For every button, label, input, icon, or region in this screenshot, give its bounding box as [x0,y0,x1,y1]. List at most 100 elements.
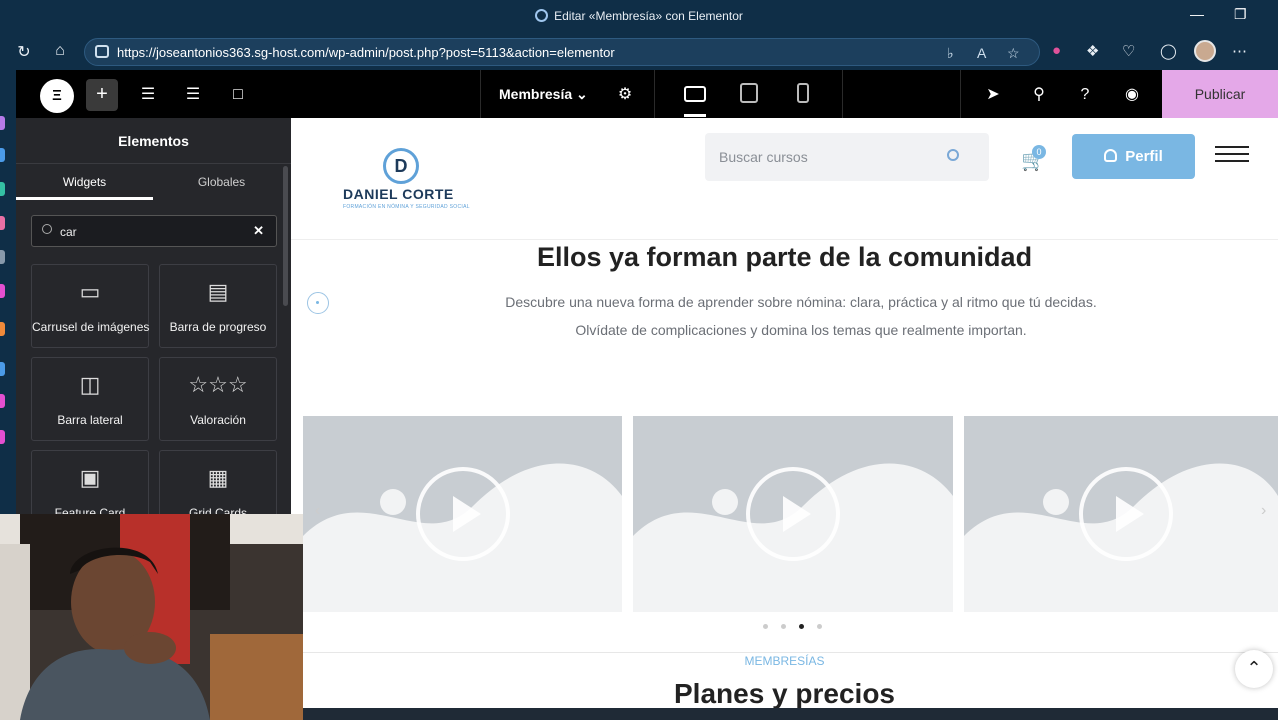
carousel-dot-active[interactable] [799,624,804,629]
preview-eye-icon[interactable]: ◉ [1117,80,1147,110]
carousel-next-icon[interactable]: › [1261,502,1266,520]
app-marker[interactable] [0,362,5,376]
carousel-slide[interactable] [964,416,1278,612]
widget-label: Barra lateral [57,413,123,427]
divider [842,70,843,118]
extension-puzzle-icon[interactable]: ❖ [1086,42,1099,60]
notification-icon[interactable]: ♭ [947,45,954,62]
widget-search-input[interactable]: car ✕ [31,215,277,247]
elementor-logo-icon[interactable]: Ξ [40,79,74,113]
url-input[interactable]: https://joseantonios363.sg-host.com/wp-a… [84,38,1040,66]
notifications-rocket-icon[interactable]: ➤ [978,80,1008,110]
webcam-overlay [0,514,303,720]
app-marker[interactable] [0,430,5,444]
hamburger-menu-icon[interactable] [1215,146,1249,164]
carousel-slide[interactable] [303,416,622,612]
heart-pulse-icon[interactable]: ♡ [1122,42,1135,60]
carousel-dot[interactable] [817,624,822,629]
reload-icon[interactable]: ↻ [14,42,34,62]
widget-card[interactable]: ▤ Barra de progreso [159,264,277,348]
desktop-view-icon[interactable] [684,86,706,102]
window-title-text: Editar «Membresía» con Elementor [554,9,743,23]
restore-button[interactable]: ❐ [1234,6,1247,23]
browser-title-bar: Editar «Membresía» con Elementor — ❐ [0,0,1278,34]
cart-count-badge: 0 [1032,145,1046,159]
progress-bar-icon: ▤ [207,279,229,304]
app-marker[interactable] [0,182,5,196]
divider [654,70,655,118]
address-bar-row: ↻ ⌂ https://joseantonios363.sg-host.com/… [0,34,1278,70]
window-title: Editar «Membresía» con Elementor [0,9,1278,23]
carousel-slide[interactable] [633,416,953,612]
site-logo-mark[interactable]: D [383,148,419,184]
site-logo-name[interactable]: DANIEL CORTE [343,186,454,202]
site-header: D DANIEL CORTE FORMACIÓN EN NÓMINA Y SEG… [291,118,1278,240]
video-placeholder-image [303,463,622,612]
site-info-icon[interactable] [95,45,109,58]
carousel-dot[interactable] [781,624,786,629]
section-title: Ellos ya forman parte de la comunidad [536,242,1033,272]
extension-shield-icon[interactable]: ● [1052,42,1061,59]
course-search-input[interactable]: Buscar cursos [705,133,989,181]
widget-card[interactable]: ☆☆☆ Valoración [159,357,277,441]
tab-globales[interactable]: Globales [153,164,290,200]
carousel-dot[interactable] [763,624,768,629]
section-handle-icon[interactable] [307,292,329,314]
app-marker[interactable] [0,284,5,298]
profile-button[interactable]: Perfil [1072,134,1195,179]
app-marker[interactable] [0,322,5,336]
page-name-dropdown[interactable]: Membresía ⌄ [499,86,588,103]
search-placeholder: Buscar cursos [719,149,808,165]
widget-label: Valoración [190,413,246,427]
app-marker[interactable] [0,216,5,230]
feature-card-icon: ▣ [79,465,101,490]
app-marker[interactable] [0,116,5,130]
page-settings-gear-icon[interactable]: ⚙ [610,80,640,110]
browser-essentials-icon[interactable]: ◯ [1160,42,1177,60]
divider [960,70,961,118]
elementor-top-bar: Ξ + ☰ ☰ □ Membresía ⌄ ⚙ ➤ ⚲ ? ◉ Publicar [16,70,1278,118]
search-icon [42,224,52,234]
os-taskbar [303,708,1278,720]
finder-search-icon[interactable]: ⚲ [1024,80,1054,110]
user-icon [1104,149,1118,162]
site-logo-subtitle: FORMACIÓN EN NÓMINA Y SEGURIDAD SOCIAL [343,204,470,210]
section-divider [303,652,1278,653]
read-aloud-icon[interactable]: A [977,45,986,61]
comments-icon[interactable]: □ [223,80,253,110]
add-element-button[interactable]: + [86,79,118,111]
widget-card[interactable]: ▭ Carrusel de imágenes [31,264,149,348]
profile-label: Perfil [1125,148,1163,165]
search-icon[interactable] [947,149,959,161]
clear-search-icon[interactable]: ✕ [253,223,264,239]
divider [480,70,481,118]
plans-heading: Planes y precios [673,678,895,709]
favorite-star-icon[interactable]: ☆ [1007,45,1020,62]
profile-avatar[interactable] [1194,40,1216,62]
rating-stars-icon: ☆☆☆ [188,372,248,397]
carousel-prev-icon[interactable]: ‹ [315,502,320,520]
webcam-video [0,514,303,720]
sidebar-icon: ◫ [79,372,101,397]
app-marker[interactable] [0,250,5,264]
tablet-view-icon[interactable] [740,83,758,103]
app-marker[interactable] [0,148,5,162]
section-description: Descubre una nueva forma de aprender sob… [505,294,1097,338]
tab-widgets[interactable]: Widgets [16,164,153,200]
publish-button[interactable]: Publicar [1162,70,1278,118]
mobile-view-icon[interactable] [797,83,809,103]
scroll-to-top-button[interactable]: ⌃ [1235,650,1273,688]
minimize-button[interactable]: — [1190,6,1204,22]
page-canvas: D DANIEL CORTE FORMACIÓN EN NÓMINA Y SEG… [291,118,1278,720]
app-marker[interactable] [0,394,5,408]
chevron-down-icon: ⌄ [576,86,588,102]
home-icon[interactable]: ⌂ [50,42,70,60]
more-options-icon[interactable]: ⋯ [1232,42,1247,60]
help-icon[interactable]: ? [1070,80,1100,110]
video-placeholder-image [633,463,953,612]
structure-layers-icon[interactable]: ☰ [178,80,208,110]
site-settings-icon[interactable]: ☰ [133,80,163,110]
widget-card[interactable]: ◫ Barra lateral [31,357,149,441]
panel-scrollbar[interactable] [283,166,288,306]
widget-label: Barra de progreso [169,320,267,334]
